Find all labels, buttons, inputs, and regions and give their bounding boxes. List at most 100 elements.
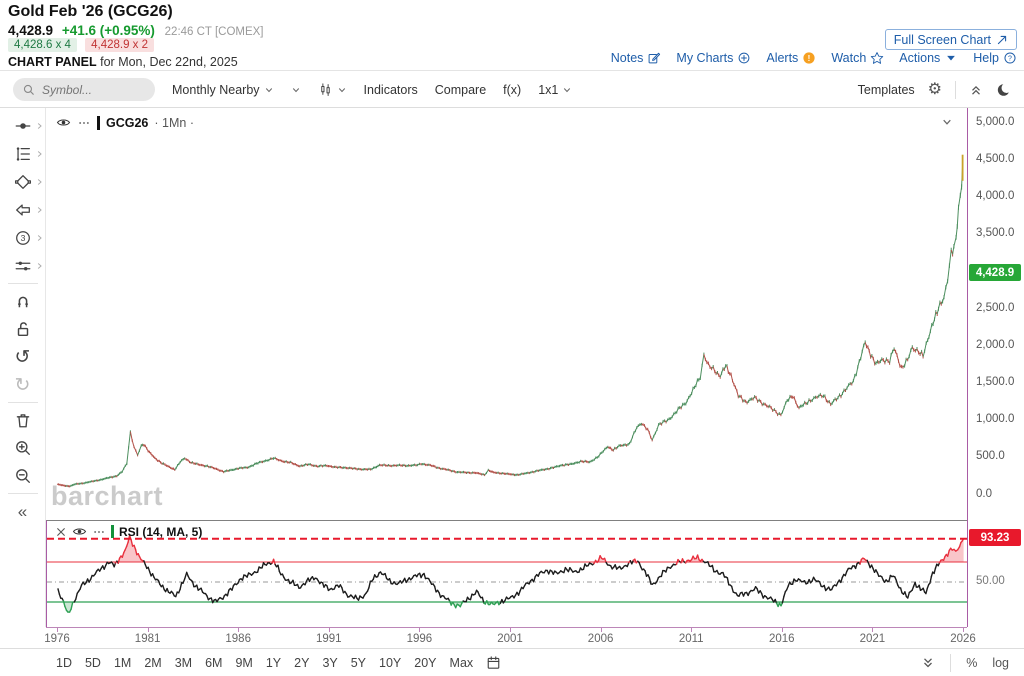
legend-frequency: · 1Mn · (154, 116, 194, 130)
price-pane[interactable]: GCG26 · 1Mn · barchart (46, 108, 967, 520)
x-axis-label: 2011 (679, 633, 704, 645)
y-axis-label: 500.0 (976, 450, 1005, 462)
x-axis-label: 1981 (135, 633, 161, 645)
eye-icon[interactable] (72, 524, 87, 539)
range-button-2m[interactable]: 2M (144, 656, 161, 670)
sidebar-tool-magnet-mode[interactable] (0, 287, 46, 315)
arrow-tool-icon (14, 201, 32, 219)
sliders-tool-icon (14, 257, 32, 275)
log-scale-button[interactable]: log (992, 656, 1009, 670)
frequency-dropdown[interactable]: Monthly Nearby (172, 83, 274, 97)
price-axis[interactable]: 4,428.9 93.23 50.00 5,000.04,500.04,000.… (967, 108, 1024, 627)
sidebar-tool-lines-tool[interactable] (0, 252, 46, 280)
sidebar-tool-unlock-drawings[interactable] (0, 315, 46, 343)
calendar-icon[interactable] (486, 655, 501, 670)
indicators-button[interactable]: Indicators (364, 83, 418, 97)
x-axis-tick (601, 628, 602, 632)
svg-text:!: ! (808, 54, 811, 63)
pane-collapse-icon[interactable] (941, 116, 953, 128)
range-button-3m[interactable]: 3M (175, 656, 192, 670)
range-button-1d[interactable]: 1D (56, 656, 72, 670)
sidebar-tool-counter-tool[interactable]: 3 (0, 224, 46, 252)
range-toolbar: 1D 5D 1M 2M 3M 6M 9M 1Y 2Y 3Y 5Y 10Y 20Y Max % log (0, 648, 1024, 676)
range-button-5y[interactable]: 5Y (351, 656, 366, 670)
footer-separator (950, 654, 951, 672)
frequency-label: Monthly Nearby (172, 83, 260, 97)
sidebar-tool-shapes-tool[interactable] (0, 168, 46, 196)
sidebar-tool-zoom-in[interactable] (0, 434, 46, 462)
y-axis-label: 1,000.0 (976, 413, 1014, 425)
x-axis-tick (782, 628, 783, 632)
chevron-right-icon (35, 150, 44, 159)
symbol-search-input[interactable] (42, 83, 142, 97)
range-button-3y[interactable]: 3Y (322, 656, 337, 670)
chevron-down-icon (291, 85, 301, 95)
gear-icon[interactable]: ⚙ (928, 82, 942, 98)
y-axis-label: 3,500.0 (976, 227, 1014, 239)
range-button-2y[interactable]: 2Y (294, 656, 309, 670)
eye-icon[interactable] (56, 115, 71, 130)
range-button-1y[interactable]: 1Y (266, 656, 281, 670)
collapse-ranges-icon[interactable] (921, 656, 935, 670)
collapse-panel-icon[interactable] (969, 83, 983, 97)
aggregation-dropdown[interactable] (291, 85, 301, 95)
sidebar-tool-delete-drawings[interactable] (0, 406, 46, 434)
header-link-alerts[interactable]: Alerts! (766, 51, 816, 65)
last-price: 4,428.9 (8, 23, 53, 38)
header-link-label: Actions (899, 51, 940, 65)
chevron-down-icon (337, 85, 347, 95)
close-icon[interactable] (55, 526, 67, 538)
sidebar-tool-undo[interactable]: ↺ (0, 343, 46, 371)
header-link-help[interactable]: Help? (973, 51, 1017, 65)
fx-button[interactable]: f(x) (503, 83, 521, 97)
chevron-right-icon (35, 206, 44, 215)
barchart-watermark: barchart (51, 481, 163, 512)
x-axis-tick (148, 628, 149, 632)
panel-caption: CHART PANEL for Mon, Dec 22nd, 2025 (8, 55, 238, 69)
x-axis-label: 1991 (316, 633, 342, 645)
range-button-5d[interactable]: 5D (85, 656, 101, 670)
header-link-my-charts[interactable]: My Charts (676, 51, 751, 65)
more-options-icon[interactable] (77, 116, 91, 130)
x-axis-tick (57, 628, 58, 632)
more-options-icon[interactable] (92, 525, 106, 539)
header-link-notes[interactable]: Notes (611, 51, 662, 65)
rsi-pane[interactable]: RSI (14, MA, 5) (46, 520, 967, 627)
legend-symbol: GCG26 (106, 116, 148, 130)
templates-button[interactable]: Templates (858, 83, 915, 97)
percent-scale-button[interactable]: % (966, 656, 977, 670)
time-axis[interactable]: 1976198119861991199620012006201120162021… (46, 627, 967, 648)
range-button-max[interactable]: Max (450, 656, 474, 670)
sidebar-separator (8, 402, 38, 403)
range-button-1m[interactable]: 1M (114, 656, 131, 670)
range-button-10y[interactable]: 10Y (379, 656, 401, 670)
quote-time: 22:46 CT [COMEX] (165, 26, 264, 38)
sidebar-tool-redo[interactable]: ↻ (0, 371, 46, 399)
rsi-mid-label: 50.00 (976, 575, 1005, 587)
range-button-6m[interactable]: 6M (205, 656, 222, 670)
collapse-left-icon: « (18, 503, 27, 520)
trash-icon (14, 411, 32, 429)
range-button-20y[interactable]: 20Y (414, 656, 436, 670)
sidebar-tool-collapse-drawing-toolbar[interactable]: « (0, 497, 46, 525)
sidebar-tool-fibonacci-tool[interactable] (0, 140, 46, 168)
full-screen-chart-button[interactable]: Full Screen Chart (885, 29, 1017, 50)
header-link-watch[interactable]: Watch (831, 51, 884, 65)
sidebar-tool-annotation-tool[interactable] (0, 112, 46, 140)
layout-dropdown[interactable]: 1x1 (538, 83, 572, 97)
caret-down-icon (944, 51, 958, 65)
sidebar-tool-arrow-tool[interactable] (0, 196, 46, 224)
chevron-right-icon (35, 178, 44, 187)
symbol-search[interactable] (13, 78, 155, 101)
chart-type-dropdown[interactable] (318, 82, 347, 97)
range-toolbar-right: % log (921, 654, 1024, 672)
x-axis-label: 1986 (225, 633, 251, 645)
header-link-label: Watch (831, 51, 866, 65)
range-button-9m[interactable]: 9M (235, 656, 252, 670)
price-chart[interactable] (46, 108, 967, 520)
compare-button[interactable]: Compare (435, 83, 486, 97)
dark-mode-icon[interactable] (996, 82, 1012, 98)
header-link-actions[interactable]: Actions (899, 51, 958, 65)
sidebar-tool-zoom-out[interactable] (0, 462, 46, 490)
drawing-toolbar: 3 ↺↻ « (0, 108, 46, 627)
